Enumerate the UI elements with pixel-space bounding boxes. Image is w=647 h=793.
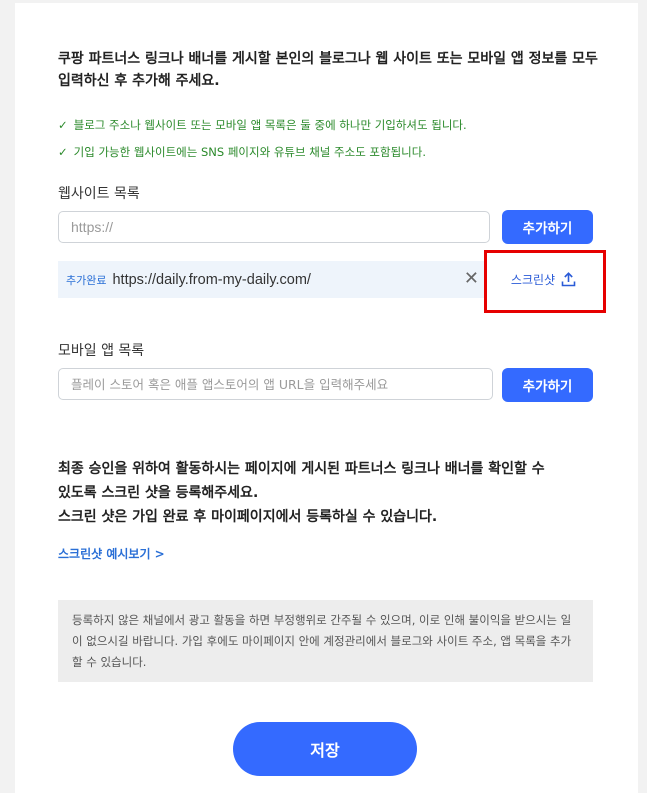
mobile-app-url-input[interactable]	[58, 368, 493, 400]
approval-line-1: 최종 승인을 위하여 활동하시는 페이지에 게시된 파트너스 링크나 배너를 확…	[58, 461, 545, 477]
mobile-app-list-label: 모바일 앱 목록	[58, 343, 145, 359]
save-button[interactable]: 저장	[233, 722, 417, 776]
check-icon: ✓	[58, 118, 68, 132]
check-text: 블로그 주소나 웹사이트 또는 모바일 앱 목록은 둘 중에 하나만 기입하셔도…	[73, 118, 467, 132]
screenshot-label: 스크린샷	[510, 273, 556, 287]
notice-box: 등록하지 않은 채널에서 광고 활동을 하면 부정행위로 간주될 수 있으며, …	[58, 600, 593, 682]
added-status-tag: 추가완료	[66, 273, 107, 287]
approval-instructions: 최종 승인을 위하여 활동하시는 페이지에 게시된 파트너스 링크나 배너를 확…	[58, 457, 598, 529]
screenshot-upload-button[interactable]: 스크린샷	[494, 261, 593, 298]
check-line-2: ✓ 기입 가능한 웹사이트에는 SNS 페이지와 유튜브 채널 주소도 포함됩니다…	[58, 144, 426, 160]
check-line-1: ✓ 블로그 주소나 웹사이트 또는 모바일 앱 목록은 둘 중에 하나만 기입하셔…	[58, 117, 467, 133]
added-website-url: https://daily.from-my-daily.com/	[112, 271, 311, 288]
check-text: 기입 가능한 웹사이트에는 SNS 페이지와 유튜브 채널 주소도 포함됩니다.	[73, 145, 426, 159]
approval-line-3: 스크린 샷은 가입 완료 후 마이페이지에서 등록하실 수 있습니다.	[58, 509, 438, 525]
intro-text: 쿠팡 파트너스 링크나 배너를 게시할 본인의 블로그나 웹 사이트 또는 모바…	[58, 51, 598, 89]
website-list-label: 웹사이트 목록	[58, 186, 140, 202]
upload-icon	[561, 272, 576, 287]
approval-line-2: 있도록 스크린 샷을 등록해주세요.	[58, 485, 259, 501]
website-url-input[interactable]	[58, 211, 490, 243]
close-icon[interactable]: ✕	[464, 270, 479, 288]
added-website-item: 추가완료 https://daily.from-my-daily.com/ ✕	[58, 261, 485, 298]
mobile-add-button[interactable]: 추가하기	[502, 368, 593, 402]
screenshot-example-link[interactable]: 스크린샷 예시보기 >	[58, 545, 165, 562]
check-icon: ✓	[58, 145, 68, 159]
website-add-button[interactable]: 추가하기	[502, 210, 593, 244]
